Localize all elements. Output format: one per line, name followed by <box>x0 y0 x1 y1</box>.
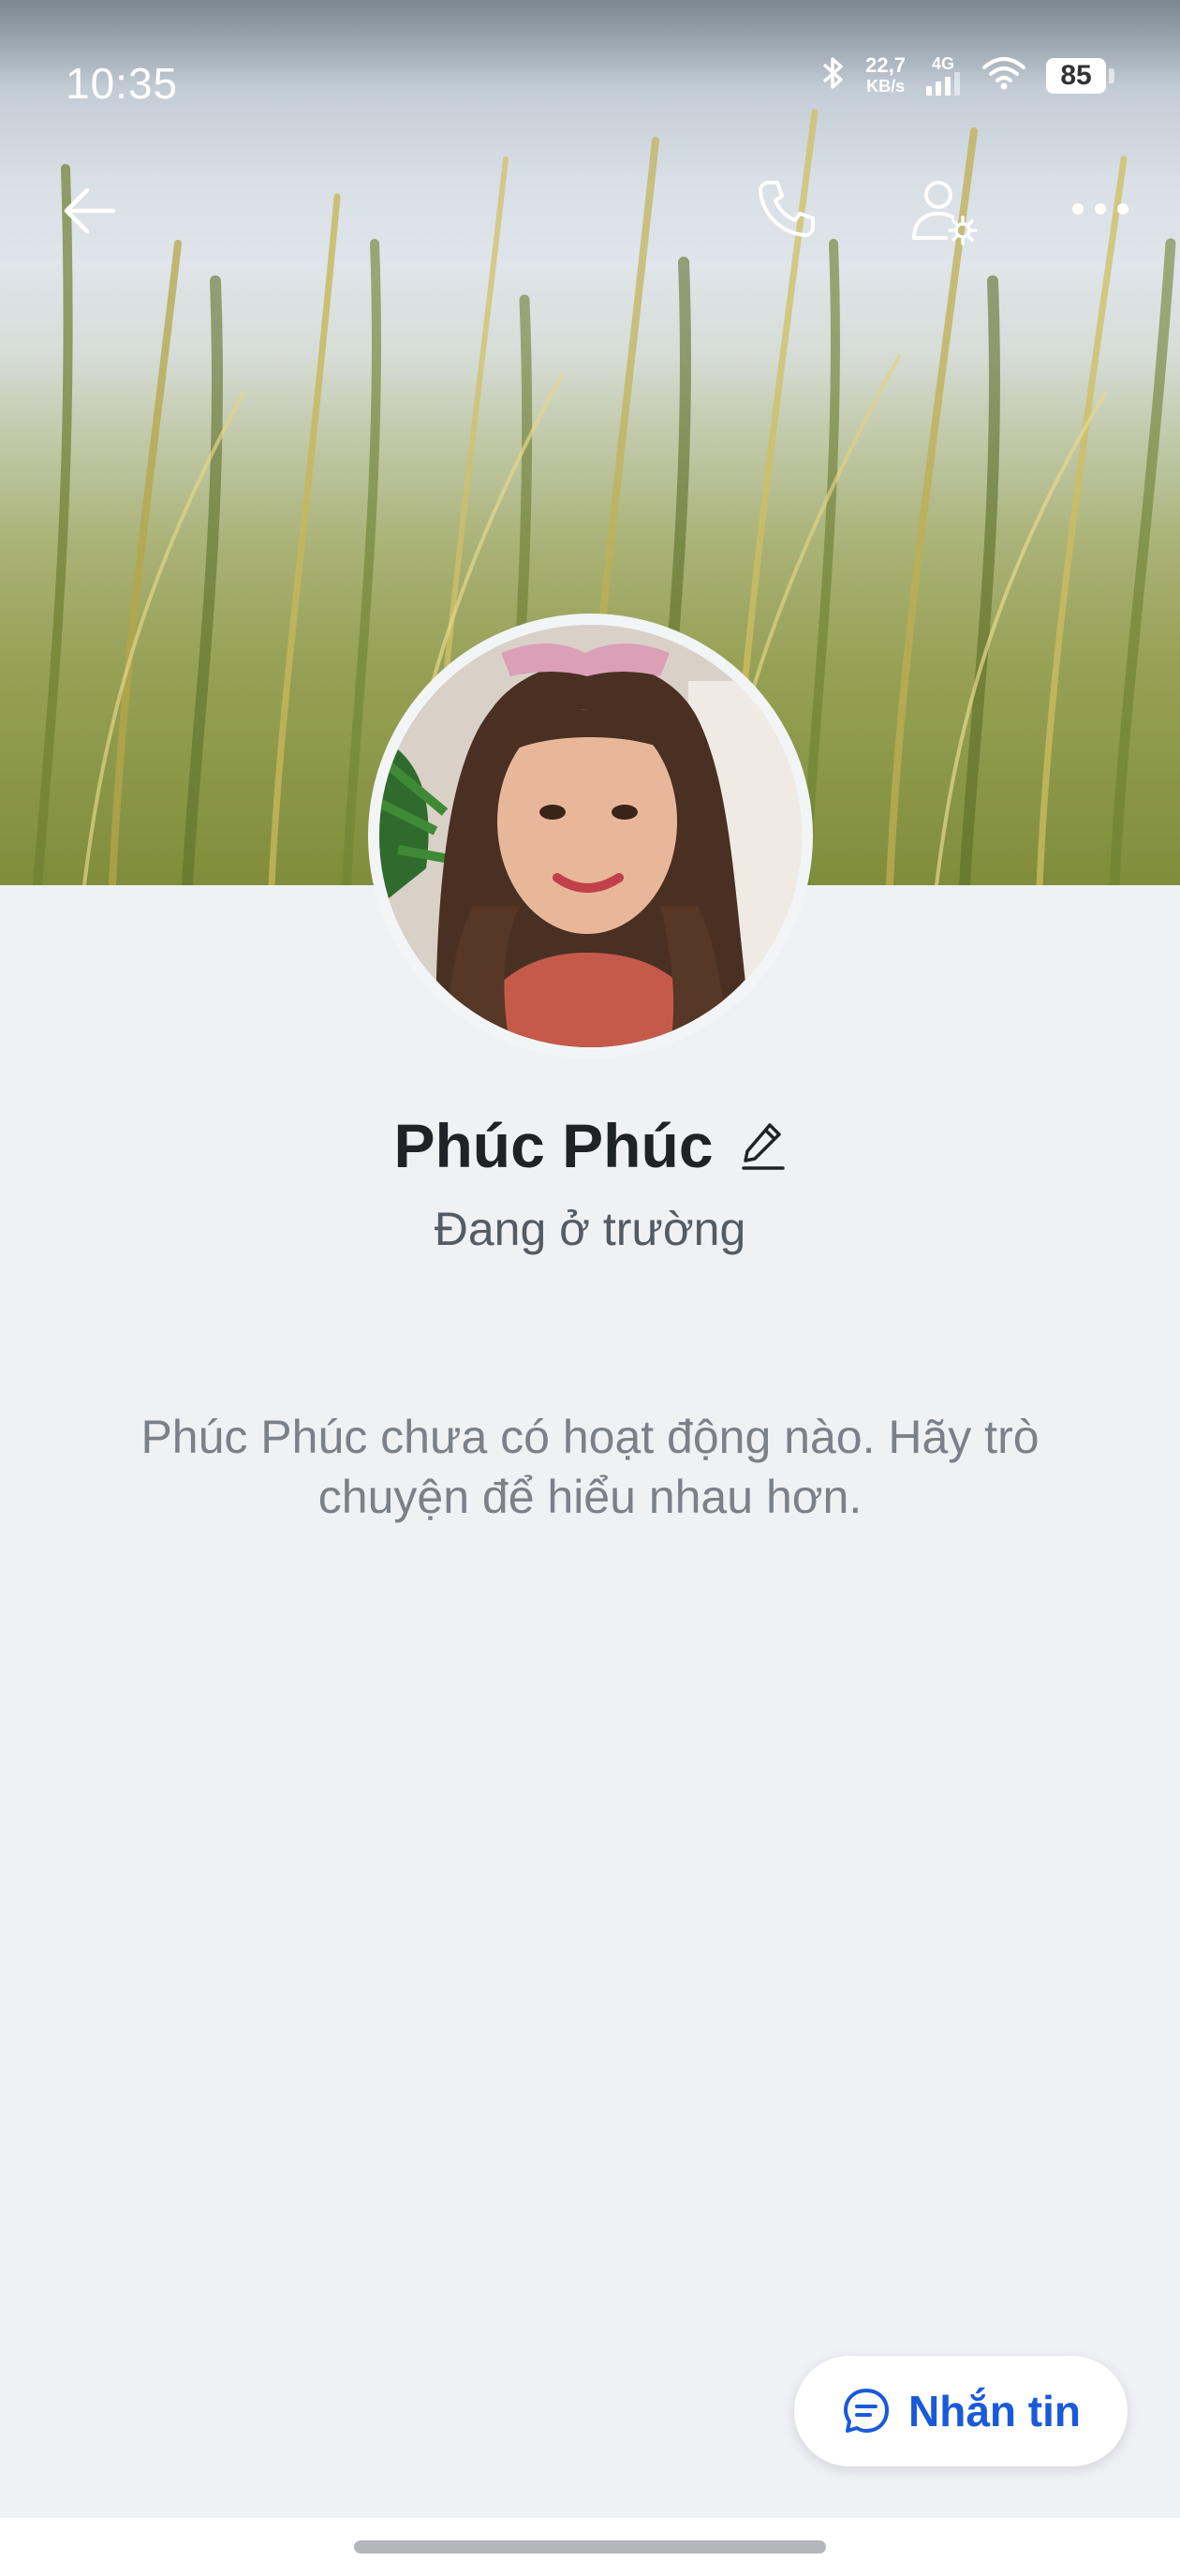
network-speed-unit: KB/s <box>866 76 906 96</box>
message-button[interactable]: Nhắn tin <box>794 2356 1128 2466</box>
cell-signal-icon <box>926 71 960 96</box>
status-time: 10:35 <box>66 59 179 108</box>
avatar[interactable] <box>368 614 813 1059</box>
wifi-icon <box>981 54 1027 96</box>
battery-level: 85 <box>1046 57 1106 94</box>
profile-status: Đang ở trường <box>434 1203 746 1255</box>
bluetooth-icon <box>819 54 847 96</box>
user-settings-icon <box>912 181 978 245</box>
chat-bubble-icon <box>844 2389 889 2433</box>
more-options-button[interactable] <box>1058 167 1143 251</box>
network-speed-value: 22,7 <box>865 52 906 77</box>
portrait-illustration <box>379 625 802 1047</box>
back-button[interactable] <box>47 169 131 253</box>
pencil-icon <box>741 1123 785 1170</box>
edit-name-button[interactable] <box>740 1119 787 1172</box>
home-indicator[interactable] <box>354 2540 826 2554</box>
profile-screen: 10:35 22,7 KB/s 4G 85 Phúc Phúc Đang ở t… <box>0 0 1180 2576</box>
profile-name: Phúc Phúc <box>393 1111 714 1180</box>
profile-settings-button[interactable] <box>899 167 993 260</box>
more-icon <box>1072 203 1128 215</box>
phone-icon <box>759 181 815 237</box>
battery-tip <box>1109 67 1114 83</box>
network-speed: 22,7 KB/s <box>865 52 906 96</box>
status-icons: 22,7 KB/s 4G 85 <box>819 54 1114 96</box>
back-arrow-icon <box>64 187 116 234</box>
battery-indicator: 85 <box>1046 57 1114 94</box>
message-button-label: Nhắn tin <box>908 2387 1081 2435</box>
call-button[interactable] <box>745 167 829 251</box>
profile-name-row: Phúc Phúc <box>0 1110 1180 1181</box>
empty-activity-message: Phúc Phúc chưa có hoạt động nào. Hãy trò… <box>140 1411 1040 1523</box>
network-type: 4G <box>931 53 954 73</box>
cell-signal: 4G <box>924 53 962 96</box>
avatar-photo <box>379 625 802 1047</box>
